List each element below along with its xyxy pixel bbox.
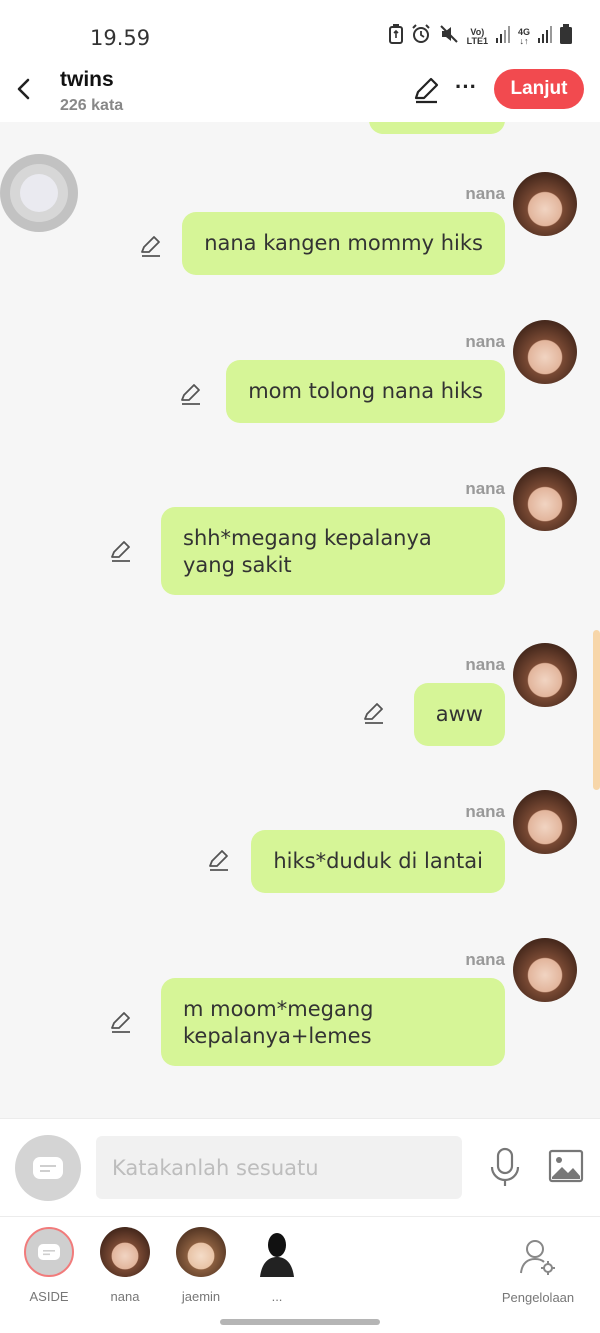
character-name: nana bbox=[110, 1289, 140, 1304]
character-aside[interactable]: ASIDE bbox=[14, 1227, 84, 1304]
chat-bubble-icon bbox=[33, 1157, 63, 1179]
network-4g-indicator: 4G ↓↑ bbox=[517, 26, 530, 46]
avatar[interactable] bbox=[513, 172, 577, 236]
edit-message-icon[interactable] bbox=[108, 1010, 134, 1036]
composer-bar bbox=[0, 1118, 600, 1216]
image-button[interactable] bbox=[548, 1149, 584, 1183]
message-bubble[interactable]: nana kangen mommy hiks bbox=[182, 212, 505, 275]
sender-name: nana bbox=[465, 332, 505, 351]
silhouette-icon bbox=[252, 1227, 302, 1277]
character-name: ... bbox=[271, 1289, 283, 1304]
avatar bbox=[100, 1227, 150, 1277]
word-count: 226 kata bbox=[60, 97, 124, 114]
volte-indicator: Vo) LTE1 bbox=[466, 26, 488, 46]
next-button[interactable]: Lanjut bbox=[494, 69, 584, 109]
status-time: 19.59 bbox=[90, 26, 151, 50]
status-icons: Vo) LTE1 4G ↓↑ bbox=[388, 24, 572, 49]
status-bar: 19.59 Vo) LTE1 4G ↓↑ bbox=[0, 0, 600, 58]
microphone-button[interactable] bbox=[486, 1147, 524, 1189]
signal-icon bbox=[495, 25, 510, 48]
mute-icon bbox=[439, 24, 459, 49]
battery-icon bbox=[560, 24, 572, 49]
back-button[interactable] bbox=[10, 72, 38, 106]
character-bar: ASIDE nana jaemin ... Pengelolaan bbox=[0, 1216, 600, 1333]
manage-label: Pengelolaan bbox=[501, 1290, 575, 1305]
character-nana[interactable]: nana bbox=[90, 1227, 160, 1304]
character-unknown[interactable]: ... bbox=[242, 1227, 312, 1304]
chevron-left-icon bbox=[17, 78, 30, 100]
alarm-icon bbox=[411, 24, 431, 49]
narration-toggle-button[interactable] bbox=[15, 1135, 81, 1201]
story-title: twins bbox=[60, 68, 114, 91]
message-bubble-partial bbox=[369, 122, 505, 134]
avatar[interactable] bbox=[513, 643, 577, 707]
edit-message-icon[interactable] bbox=[178, 382, 204, 408]
manage-button[interactable]: Pengelolaan bbox=[496, 1237, 580, 1305]
more-icon: ··· bbox=[455, 74, 477, 99]
pencil-icon bbox=[414, 77, 439, 104]
sender-name: nana bbox=[465, 802, 505, 821]
message-bubble[interactable]: m moom*megang kepalanya+lemes bbox=[161, 978, 505, 1066]
message-bubble[interactable]: mom tolong nana hiks bbox=[226, 360, 505, 423]
battery-saver-icon bbox=[388, 24, 403, 49]
avatar bbox=[176, 1227, 226, 1277]
edit-button[interactable] bbox=[410, 74, 442, 106]
chat-bubble-icon bbox=[38, 1244, 60, 1260]
microphone-icon bbox=[490, 1147, 520, 1186]
edit-message-icon[interactable] bbox=[138, 234, 164, 260]
sender-name: nana bbox=[465, 950, 505, 969]
avatar bbox=[24, 1227, 74, 1277]
character-jaemin[interactable]: jaemin bbox=[166, 1227, 236, 1304]
sender-name: nana bbox=[465, 184, 505, 203]
scrollbar[interactable] bbox=[593, 630, 600, 790]
avatar[interactable] bbox=[513, 938, 577, 1002]
home-indicator[interactable] bbox=[220, 1319, 380, 1325]
sender-name: nana bbox=[465, 479, 505, 498]
character-name: jaemin bbox=[181, 1289, 221, 1304]
character-name: ASIDE bbox=[29, 1289, 69, 1304]
image-icon bbox=[548, 1149, 584, 1183]
chat-area[interactable]: nana nana kangen mommy hiks nana mom tol… bbox=[0, 122, 600, 1118]
more-options-button[interactable]: ··· bbox=[450, 74, 482, 106]
message-input[interactable] bbox=[96, 1136, 462, 1199]
edit-message-icon[interactable] bbox=[206, 848, 232, 874]
sender-name: nana bbox=[465, 655, 505, 674]
floating-assist-button[interactable] bbox=[0, 154, 78, 232]
avatar[interactable] bbox=[513, 790, 577, 854]
avatar[interactable] bbox=[513, 467, 577, 531]
signal-icon bbox=[538, 25, 552, 48]
edit-message-icon[interactable] bbox=[108, 539, 134, 565]
avatar[interactable] bbox=[513, 320, 577, 384]
chat-header: twins 226 kata ··· Lanjut bbox=[0, 58, 600, 122]
message-bubble[interactable]: shh*megang kepalanya yang sakit bbox=[161, 507, 505, 595]
edit-message-icon[interactable] bbox=[361, 701, 387, 727]
user-settings-icon bbox=[520, 1240, 555, 1275]
message-bubble[interactable]: hiks*duduk di lantai bbox=[251, 830, 505, 893]
message-bubble[interactable]: aww bbox=[413, 683, 505, 746]
